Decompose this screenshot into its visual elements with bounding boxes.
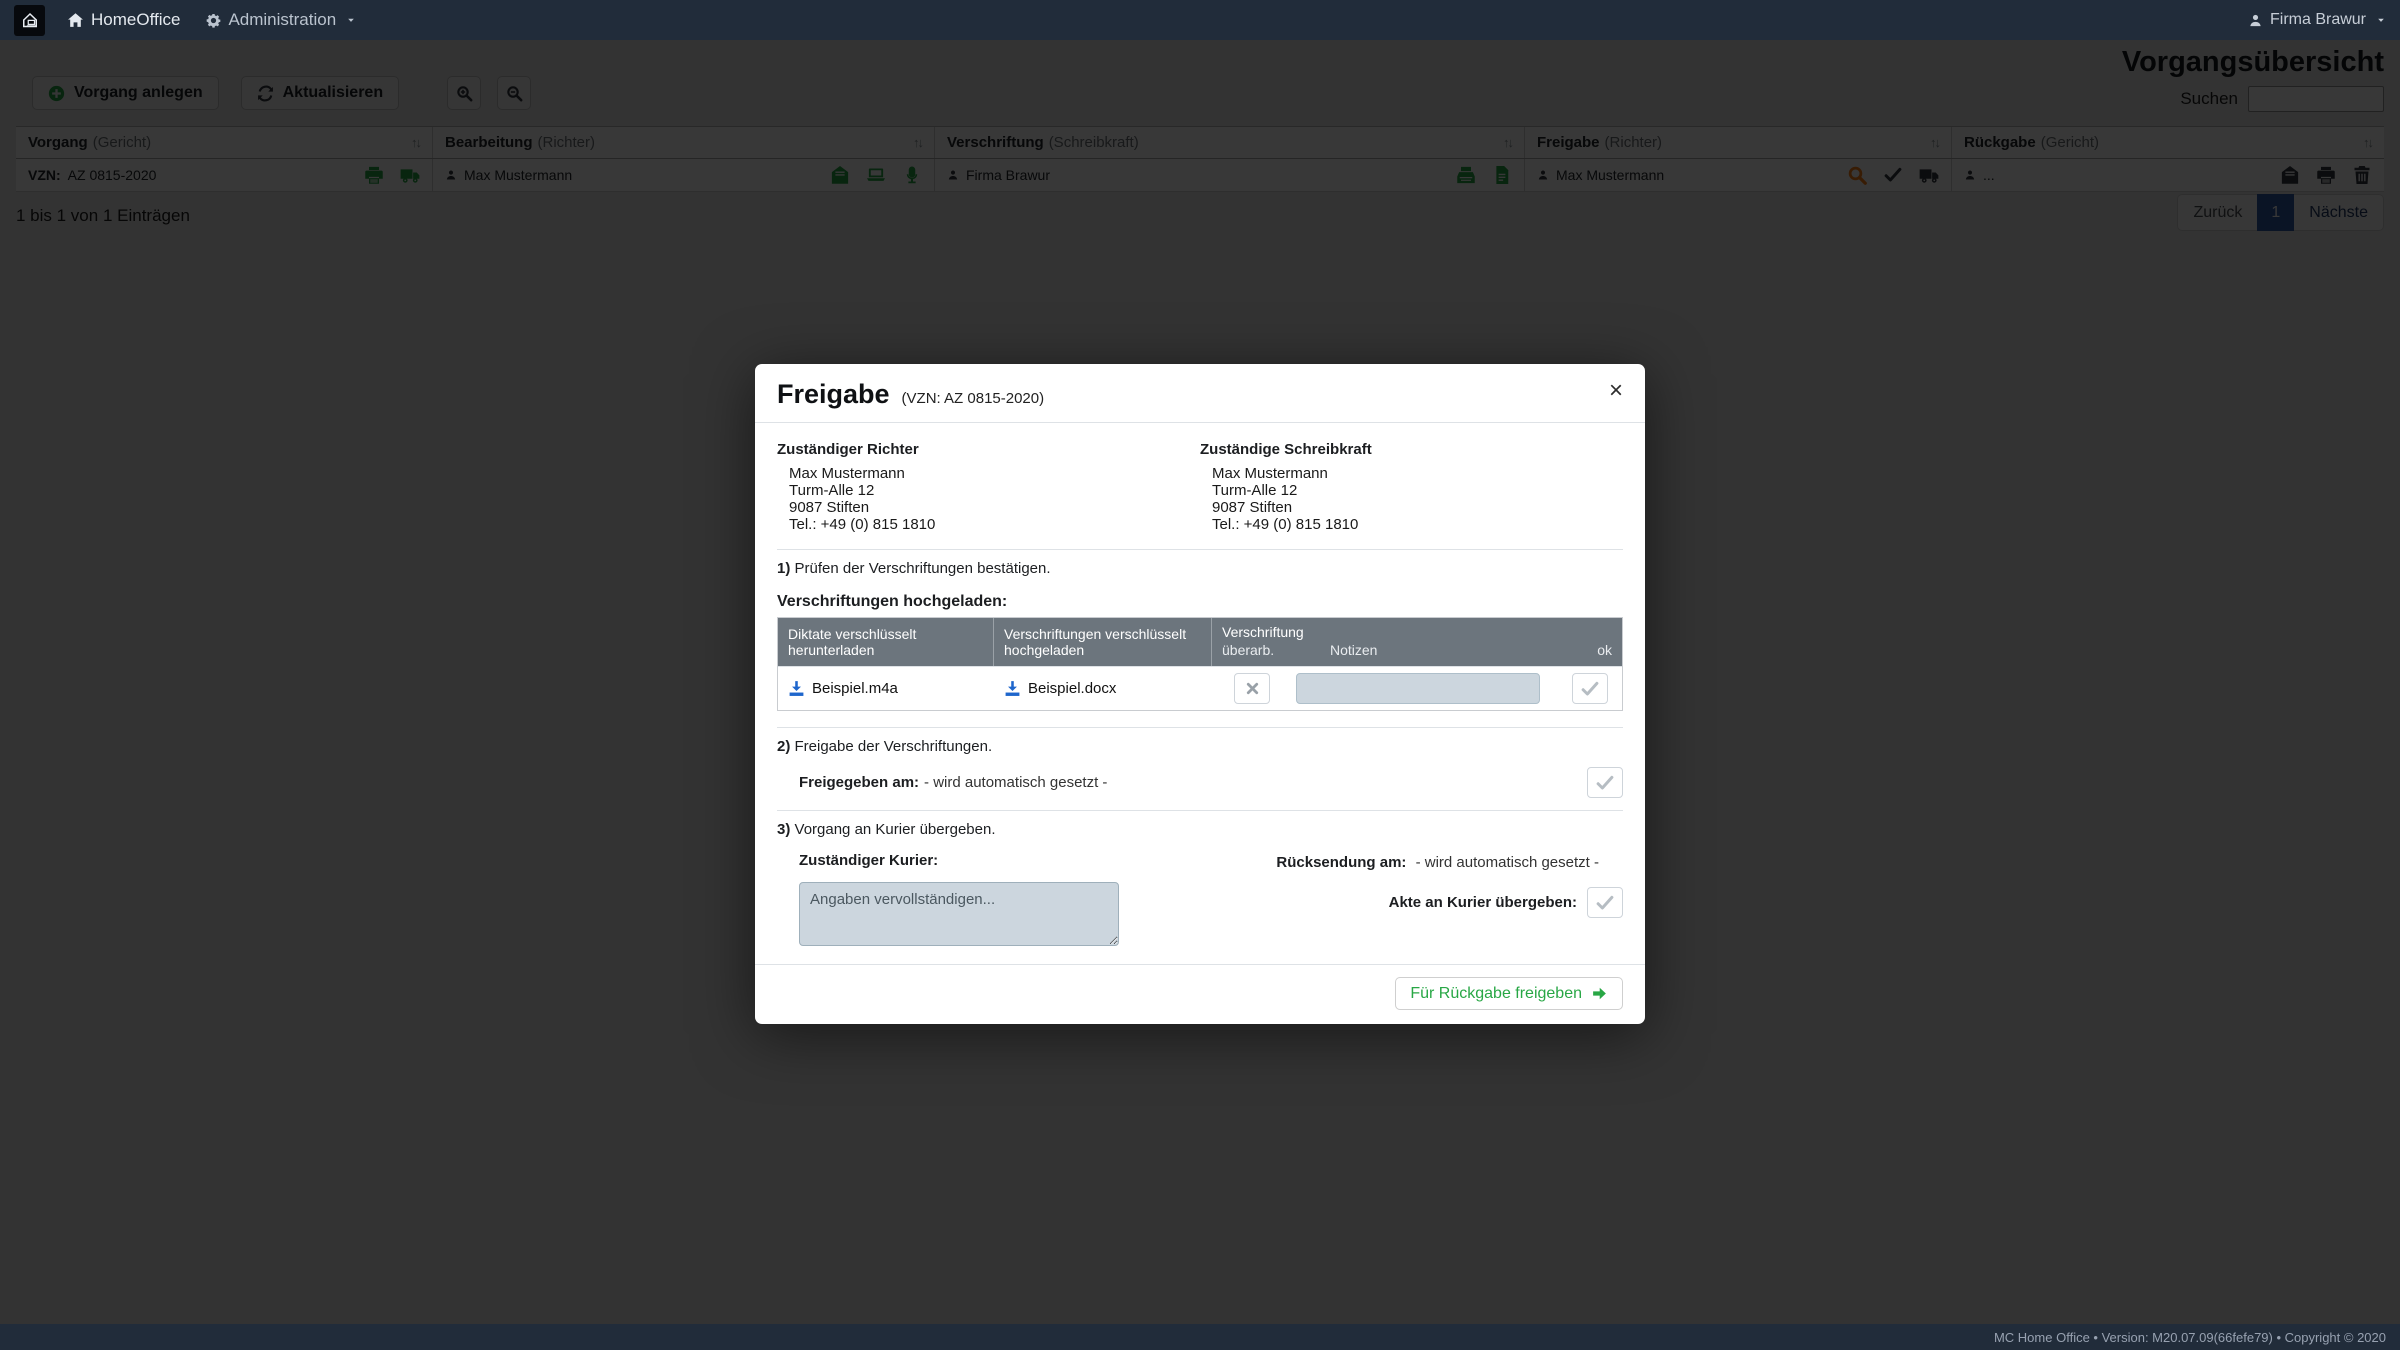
x-icon: [1244, 680, 1261, 697]
ruecksendung-label: Rücksendung am:: [1276, 854, 1406, 871]
download-icon: [1004, 680, 1021, 697]
ruecksendung-value: - wird automatisch gesetzt -: [1416, 854, 1599, 871]
nav-homeoffice-label: HomeOffice: [91, 10, 180, 30]
akte-label: Akte an Kurier übergeben:: [1389, 894, 1577, 911]
modal-header: Freigabe (VZN: AZ 0815-2020) ×: [755, 364, 1645, 423]
check-icon: [1595, 893, 1615, 913]
uploads-table: Diktate verschlüsselt herunterladen Vers…: [777, 617, 1623, 711]
col-ok: ok: [1578, 642, 1612, 658]
schreibkraft-address: Zuständige Schreibkraft Max Mustermann T…: [1200, 437, 1623, 533]
uploads-table-header: Diktate verschlüsselt herunterladen Vers…: [778, 618, 1622, 666]
kurier-label: Zuständiger Kurier:: [799, 852, 1144, 869]
richter-address: Zuständiger Richter Max Mustermann Turm-…: [777, 437, 1200, 533]
download-doc-link[interactable]: Beispiel.docx: [1004, 680, 1116, 697]
rueckgabe-freigeben-label: Für Rückgabe freigeben: [1410, 985, 1582, 1003]
richter-heading: Zuständiger Richter: [777, 441, 1200, 458]
audio-filename: Beispiel.m4a: [812, 680, 898, 697]
freigegeben-am-value: - wird automatisch gesetzt -: [924, 774, 1107, 791]
modal-footer: Für Rückgabe freigeben: [755, 964, 1645, 1024]
schreibkraft-name: Max Mustermann: [1212, 465, 1623, 482]
app-logo[interactable]: [14, 5, 45, 36]
status-bar: MC Home Office • Version: M20.07.09(66fe…: [0, 1324, 2400, 1350]
caret-down-icon: [2376, 15, 2386, 25]
modal-subtitle: (VZN: AZ 0815-2020): [902, 390, 1045, 407]
kurier-textarea[interactable]: [799, 882, 1119, 946]
doc-filename: Beispiel.docx: [1028, 680, 1116, 697]
rueckgabe-freigeben-button[interactable]: Für Rückgabe freigeben: [1395, 977, 1623, 1010]
nav-administration-label: Administration: [228, 10, 336, 30]
person-icon: [2248, 13, 2263, 28]
notizen-input[interactable]: [1296, 673, 1540, 704]
akte-uebergeben-button[interactable]: [1587, 887, 1623, 918]
schreibkraft-heading: Zuständige Schreibkraft: [1200, 441, 1623, 458]
modal-title: Freigabe: [777, 379, 890, 410]
step3-number: 3): [777, 821, 790, 838]
nav-administration[interactable]: Administration: [206, 10, 356, 30]
schreibkraft-phone: Tel.: +49 (0) 815 1810: [1212, 516, 1623, 533]
version-text: MC Home Office • Version: M20.07.09(66fe…: [1994, 1330, 2386, 1345]
col-diktate: Diktate verschlüsselt herunterladen: [778, 618, 994, 666]
ueberarbeiten-button[interactable]: [1234, 673, 1270, 704]
caret-down-icon: [346, 15, 356, 25]
freigabe-ok-button[interactable]: [1587, 767, 1623, 798]
schreibkraft-city: 9087 Stiften: [1212, 499, 1623, 516]
home-icon: [67, 12, 84, 29]
user-menu-label: Firma Brawur: [2270, 11, 2366, 29]
col-verschriftung-group: Verschriftung: [1222, 622, 1612, 642]
uploads-table-row: Beispiel.m4a Beispiel.docx: [778, 666, 1622, 710]
step1-number: 1): [777, 560, 790, 577]
step1-text: 1) Prüfen der Verschriftungen bestätigen…: [777, 560, 1623, 577]
download-icon: [788, 680, 805, 697]
richter-city: 9087 Stiften: [789, 499, 1200, 516]
uploads-table-label: Verschriftungen hochgeladen:: [777, 593, 1623, 611]
check-icon: [1595, 773, 1615, 793]
step2-number: 2): [777, 738, 790, 755]
col-uberarb: überarb.: [1222, 642, 1330, 658]
close-icon[interactable]: ×: [1609, 379, 1623, 403]
user-menu[interactable]: Firma Brawur: [2248, 11, 2386, 29]
col-verschriftungen: Verschriftungen verschlüsselt hochgelade…: [994, 618, 1212, 666]
step3-text: 3) Vorgang an Kurier übergeben.: [777, 821, 1623, 838]
download-audio-link[interactable]: Beispiel.m4a: [788, 680, 898, 697]
verschriftung-ok-button[interactable]: [1572, 673, 1608, 704]
house-laptop-icon: [20, 10, 40, 30]
freigegeben-am-label: Freigegeben am:: [799, 774, 919, 791]
check-icon: [1580, 679, 1600, 699]
richter-street: Turm-Alle 12: [789, 482, 1200, 499]
gear-icon: [206, 13, 221, 28]
nav-homeoffice[interactable]: HomeOffice: [67, 10, 180, 30]
freigabe-modal: Freigabe (VZN: AZ 0815-2020) × Zuständig…: [755, 364, 1645, 1024]
arrow-right-icon: [1591, 985, 1608, 1002]
richter-name: Max Mustermann: [789, 465, 1200, 482]
step2-text: 2) Freigabe der Verschriftungen.: [777, 738, 1623, 755]
col-notizen: Notizen: [1330, 642, 1578, 658]
top-navbar: HomeOffice Administration Firma Brawur: [0, 0, 2400, 40]
schreibkraft-street: Turm-Alle 12: [1212, 482, 1623, 499]
richter-phone: Tel.: +49 (0) 815 1810: [789, 516, 1200, 533]
